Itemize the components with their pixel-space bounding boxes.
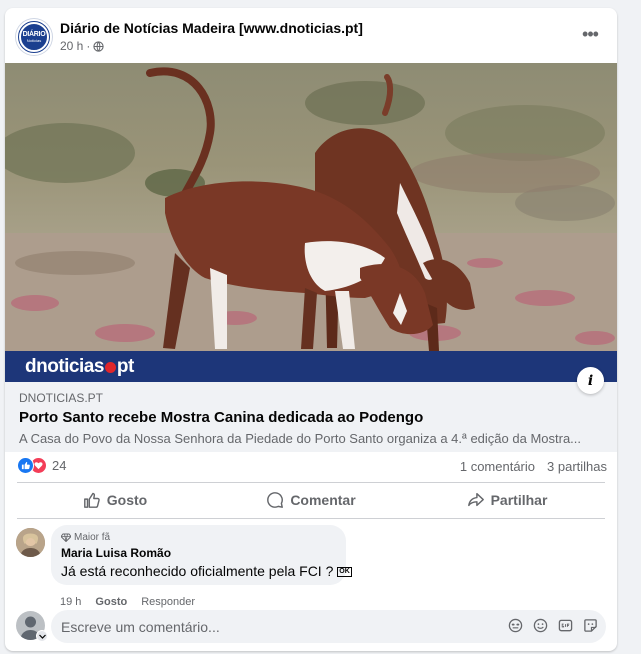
avatar-logo-top: DIÁRIO [22, 31, 46, 38]
diamond-icon [61, 533, 71, 542]
shares-count[interactable]: 3 partilhas [547, 459, 607, 474]
commenter-avatar[interactable] [16, 528, 45, 557]
globe-icon [93, 40, 104, 52]
link-preview-image[interactable]: dnoticias pt [5, 63, 617, 382]
share-icon [467, 492, 484, 507]
page-name[interactable]: Diário de Notícias Madeira [www.dnoticia… [60, 20, 363, 36]
share-label: Partilhar [490, 492, 548, 508]
avatar-sticker-icon[interactable] [582, 617, 598, 633]
link-info[interactable]: DNOTICIAS.PT Porto Santo recebe Mostra C… [5, 382, 617, 452]
comment-composer: Escreve um comentário... [5, 609, 617, 643]
comment-like-button[interactable]: Gosto [95, 596, 127, 608]
post-time[interactable]: 20 h [60, 39, 83, 53]
avatar-logo-bottom: Notícias [26, 38, 42, 43]
action-bar: Gosto Comentar Partilhar [17, 483, 605, 517]
comment-bubble: Maior fã Maria Luisa Romão Já está recon… [51, 525, 352, 585]
comment-text: Já está reconhecido oficialmente pela FC… [61, 563, 334, 579]
post-header: DIÁRIO Notícias Diário de Notícias Madei… [5, 8, 617, 63]
comments-count[interactable]: 1 comentário [460, 459, 535, 474]
comment-button[interactable]: Comentar [213, 483, 409, 517]
brand-dot [104, 361, 116, 373]
like-reaction-icon [17, 457, 34, 474]
link-title[interactable]: Porto Santo recebe Mostra Canina dedicad… [19, 409, 423, 426]
composer-tools [507, 617, 598, 633]
top-fan-badge: Maior fã [61, 532, 110, 543]
like-label: Gosto [106, 492, 148, 508]
emoji-icon[interactable] [532, 617, 548, 633]
reaction-count: 24 [52, 458, 67, 473]
thumbs-up-icon [83, 492, 100, 508]
brand-logo: dnoticias pt [25, 356, 134, 378]
avatar-logo: DIÁRIO Notícias [19, 22, 49, 52]
page-avatar[interactable]: DIÁRIO Notícias [16, 19, 52, 55]
post-meta: 20 h · [60, 39, 104, 53]
engagement-counts: 1 comentário 3 partilhas [460, 459, 607, 474]
comment-meta: 19 h Gosto Responder [60, 596, 195, 608]
brand-text-left: dnoticias [25, 356, 104, 377]
comment-text-row: Já está reconhecido oficialmente pela FC… [61, 563, 352, 579]
info-icon[interactable]: i [577, 367, 604, 394]
comment-placeholder: Escreve um comentário... [61, 619, 220, 635]
podengo-photo [5, 63, 617, 351]
comment-author[interactable]: Maria Luisa Romão [61, 546, 171, 560]
chevron-down-icon[interactable] [36, 630, 48, 642]
post-card: DIÁRIO Notícias Diário de Notícias Madei… [5, 8, 617, 651]
comment-time[interactable]: 19 h [60, 596, 81, 608]
like-button[interactable]: Gosto [17, 483, 213, 517]
comment-label: Comentar [290, 492, 356, 508]
comment-icon [267, 492, 284, 508]
brand-bar: dnoticias pt [5, 351, 617, 382]
comment-reply-button[interactable]: Responder [141, 596, 195, 608]
brand-text-right: pt [116, 356, 134, 377]
share-button[interactable]: Partilhar [409, 483, 605, 517]
more-icon[interactable]: ••• [575, 22, 605, 46]
link-description: A Casa do Povo da Nossa Senhora da Pieda… [19, 431, 582, 446]
meta-separator: · [86, 39, 91, 53]
ok-emoji: OK [337, 567, 352, 578]
divider [17, 518, 605, 519]
link-domain: DNOTICIAS.PT [19, 391, 104, 405]
comment-input[interactable]: Escreve um comentário... [51, 610, 606, 643]
gif-icon[interactable] [557, 617, 573, 633]
sticker-icon[interactable] [507, 617, 523, 633]
reaction-summary[interactable]: 24 [17, 457, 66, 474]
badge-label: Maior fã [74, 532, 111, 543]
